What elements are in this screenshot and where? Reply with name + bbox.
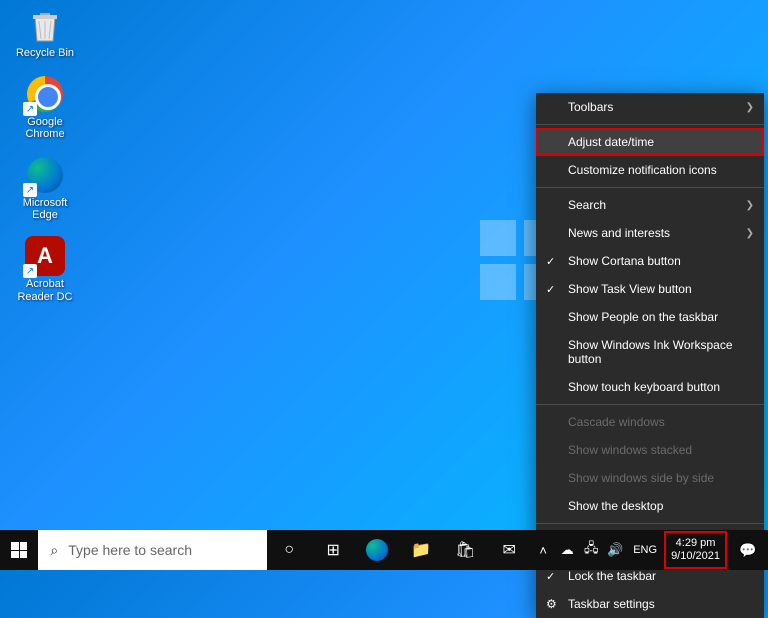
search-input[interactable]: ⌕ Type here to search: [38, 530, 267, 570]
task-view-button[interactable]: ⊞: [311, 530, 355, 570]
pinned-apps: ○ ⊞ 📁 🛍 ✉: [267, 530, 531, 570]
menu-label: Lock the taskbar: [568, 569, 656, 583]
clock[interactable]: 4:29 pm 9/10/2021: [663, 530, 728, 570]
store-taskbar[interactable]: 🛍: [443, 530, 487, 570]
gear-icon: ⚙: [546, 597, 557, 611]
time-label: 4:29 pm: [671, 537, 720, 550]
menu-separator: [536, 523, 764, 524]
date-label: 9/10/2021: [671, 550, 720, 563]
mail-icon: ✉: [503, 540, 516, 560]
windows-icon: [11, 542, 27, 558]
google-chrome[interactable]: ↗ Google Chrome: [10, 74, 80, 140]
menu-label: Toolbars: [568, 100, 613, 114]
menu-label: News and interests: [568, 226, 670, 240]
menu-separator: [536, 404, 764, 405]
shortcut-arrow-icon: ↗: [23, 102, 37, 116]
menu-label: Show the desktop: [568, 499, 663, 513]
menu-label: Customize notification icons: [568, 163, 717, 177]
mail-taskbar[interactable]: ✉: [487, 530, 531, 570]
menu-toolbars[interactable]: Toolbars ❯: [536, 93, 764, 121]
circle-icon: ○: [284, 541, 294, 559]
menu-label: Taskbar settings: [568, 597, 655, 611]
microsoft-edge[interactable]: ↗ Microsoft Edge: [10, 155, 80, 221]
chrome-icon: ↗: [25, 74, 65, 114]
edge-icon: ↗: [25, 155, 65, 195]
acrobat-icon: A ↗: [25, 236, 65, 276]
desktop-icon-label: Acrobat Reader DC: [10, 278, 80, 302]
tray-onedrive[interactable]: ☁: [555, 530, 579, 570]
speaker-icon: 🔊: [607, 542, 623, 558]
menu-search[interactable]: Search ❯: [536, 191, 764, 219]
lang-label: ENG: [633, 544, 657, 556]
edge-icon: [366, 539, 388, 561]
menu-show-taskview[interactable]: ✓ Show Task View button: [536, 275, 764, 303]
start-button[interactable]: [0, 530, 38, 570]
menu-label: Show touch keyboard button: [568, 380, 720, 394]
menu-label: Show Cortana button: [568, 254, 681, 268]
file-explorer-taskbar[interactable]: 📁: [399, 530, 443, 570]
search-placeholder: Type here to search: [68, 542, 192, 558]
menu-label: Show People on the taskbar: [568, 310, 718, 324]
tray-volume[interactable]: 🔊: [603, 530, 627, 570]
check-icon: ✓: [546, 283, 555, 296]
recycle-bin[interactable]: Recycle Bin: [10, 5, 80, 59]
cortana-button[interactable]: ○: [267, 530, 311, 570]
tray-overflow[interactable]: ˄: [531, 530, 555, 570]
menu-label: Show windows side by side: [568, 471, 714, 485]
wifi-icon: 🖧: [584, 539, 599, 561]
tray-network[interactable]: 🖧: [579, 530, 603, 570]
chevron-right-icon: ❯: [746, 102, 754, 113]
search-icon: ⌕: [50, 542, 58, 559]
taskbar[interactable]: ⌕ Type here to search ○ ⊞ 📁 🛍 ✉ ˄ ☁ 🖧 🔊 …: [0, 530, 768, 570]
acrobat-reader[interactable]: A ↗ Acrobat Reader DC: [10, 236, 80, 302]
chevron-up-icon: ˄: [539, 543, 547, 558]
menu-label: Cascade windows: [568, 415, 665, 429]
check-icon: ✓: [546, 255, 555, 268]
chevron-right-icon: ❯: [746, 228, 754, 239]
chevron-right-icon: ❯: [746, 200, 754, 211]
shortcut-arrow-icon: ↗: [23, 264, 37, 278]
recycle-bin-icon: [25, 5, 65, 45]
menu-news-interests[interactable]: News and interests ❯: [536, 219, 764, 247]
desktop-icon-label: Recycle Bin: [16, 47, 74, 59]
desktop[interactable]: Recycle Bin ↗ Google Chrome ↗ Microsoft …: [0, 0, 768, 530]
store-icon: 🛍: [455, 540, 475, 560]
desktop-icon-label: Google Chrome: [10, 116, 80, 140]
taskview-icon: ⊞: [327, 540, 340, 560]
menu-stacked: Show windows stacked: [536, 436, 764, 464]
menu-label: Show Windows Ink Workspace button: [568, 338, 752, 366]
menu-show-desktop[interactable]: Show the desktop: [536, 492, 764, 520]
system-tray: ˄ ☁ 🖧 🔊 ENG 4:29 pm 9/10/2021 💬: [531, 530, 768, 570]
notification-icon: 💬: [739, 542, 756, 559]
desktop-icon-label: Microsoft Edge: [10, 197, 80, 221]
menu-label: Adjust date/time: [568, 135, 654, 149]
desktop-icons-column: Recycle Bin ↗ Google Chrome ↗ Microsoft …: [10, 5, 80, 303]
action-center-button[interactable]: 💬: [728, 530, 768, 570]
menu-label: Show windows stacked: [568, 443, 692, 457]
edge-taskbar[interactable]: [355, 530, 399, 570]
menu-show-touch-kb[interactable]: Show touch keyboard button: [536, 373, 764, 401]
check-icon: ✓: [546, 570, 555, 583]
menu-side-by-side: Show windows side by side: [536, 464, 764, 492]
menu-cascade: Cascade windows: [536, 408, 764, 436]
menu-separator: [536, 124, 764, 125]
shortcut-arrow-icon: ↗: [23, 183, 37, 197]
menu-adjust-datetime[interactable]: Adjust date/time: [536, 128, 764, 156]
menu-label: Show Task View button: [568, 282, 692, 296]
menu-show-people[interactable]: Show People on the taskbar: [536, 303, 764, 331]
language-indicator[interactable]: ENG: [627, 530, 663, 570]
menu-taskbar-settings[interactable]: ⚙ Taskbar settings: [536, 590, 764, 618]
menu-customize-notifications[interactable]: Customize notification icons: [536, 156, 764, 184]
menu-show-cortana[interactable]: ✓ Show Cortana button: [536, 247, 764, 275]
folder-icon: 📁: [411, 540, 431, 560]
menu-show-ink[interactable]: Show Windows Ink Workspace button: [536, 331, 764, 373]
menu-label: Search: [568, 198, 606, 212]
menu-separator: [536, 187, 764, 188]
cloud-icon: ☁: [561, 542, 574, 558]
